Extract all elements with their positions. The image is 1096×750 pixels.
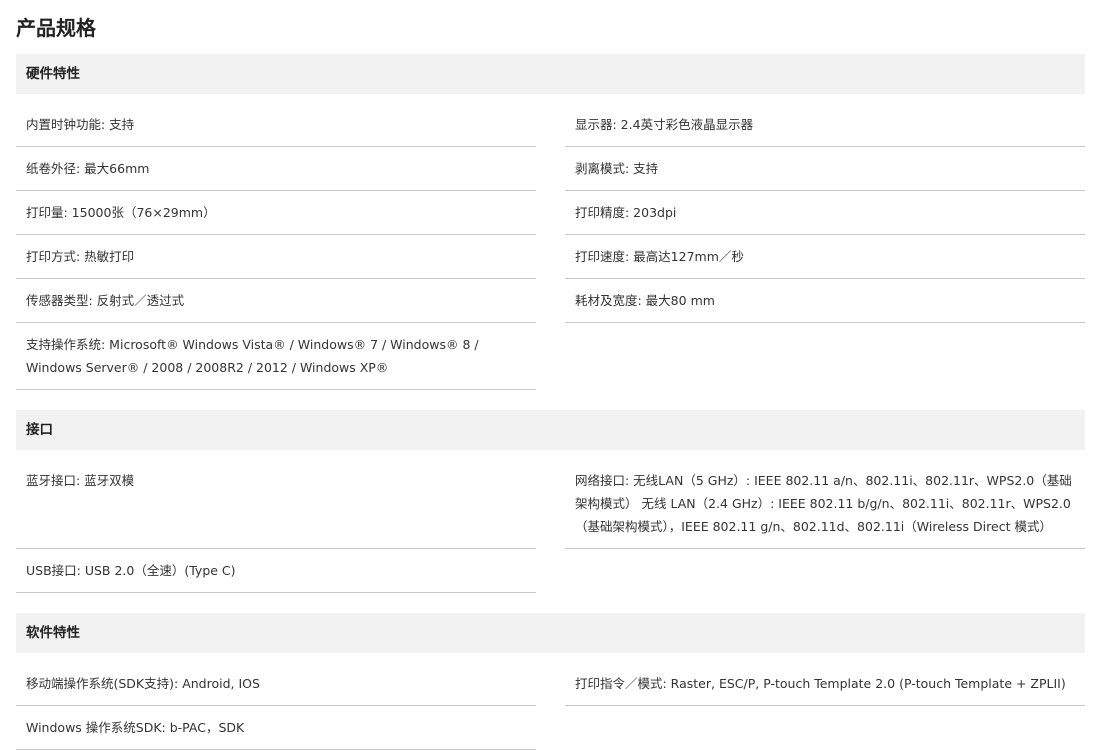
spec-item: USB接口: USB 2.0（全速）(Type C) — [16, 549, 536, 593]
spec-sections: 硬件特性内置时钟功能: 支持 显示器: 2.4英寸彩色液晶显示器 纸卷外径: 最大6… — [16, 54, 1085, 750]
spec-item: 耗材及宽度: 最大80 mm — [565, 279, 1085, 323]
empty-cell — [565, 706, 1085, 750]
spec-item: 网络接口: 无线LAN（5 GHz）: IEEE 802.11 a/n、802.… — [565, 459, 1085, 549]
spec-item: 蓝牙接口: 蓝牙双模 — [16, 459, 536, 549]
spec-item: 打印指令／模式: Raster, ESC/P, P-touch Template… — [565, 662, 1085, 706]
spec-item: 打印方式: 热敏打印 — [16, 235, 536, 279]
spec-item: 打印速度: 最高达127mm／秒 — [565, 235, 1085, 279]
spec-item: 支持操作系统: Microsoft® Windows Vista® / Wind… — [16, 323, 536, 390]
spec-item: 打印量: 15000张（76×29mm） — [16, 191, 536, 235]
empty-cell — [565, 323, 1085, 390]
spec-item: 打印精度: 203dpi — [565, 191, 1085, 235]
section-heading: 软件特性 — [16, 613, 1085, 653]
spec-grid: 内置时钟功能: 支持 显示器: 2.4英寸彩色液晶显示器 纸卷外径: 最大66mm 剥… — [16, 103, 1085, 390]
spec-grid: 蓝牙接口: 蓝牙双模 网络接口: 无线LAN（5 GHz）: IEEE 802.1… — [16, 459, 1085, 593]
section-heading: 硬件特性 — [16, 54, 1085, 94]
page-title: 产品规格 — [16, 16, 96, 40]
spec-item: Windows 操作系统SDK: b-PAC，SDK — [16, 706, 536, 750]
spec-grid: 移动端操作系统(SDK支持): Android, IOS 打印指令／模式: Ras… — [16, 662, 1085, 750]
spec-page: 产品规格 硬件特性内置时钟功能: 支持 显示器: 2.4英寸彩色液晶显示器 纸卷外径… — [0, 0, 1096, 750]
section-heading: 接口 — [16, 410, 1085, 450]
spec-item: 内置时钟功能: 支持 — [16, 103, 536, 147]
spec-item: 显示器: 2.4英寸彩色液晶显示器 — [565, 103, 1085, 147]
spec-item: 传感器类型: 反射式／透过式 — [16, 279, 536, 323]
spec-item: 移动端操作系统(SDK支持): Android, IOS — [16, 662, 536, 706]
spec-item: 纸卷外径: 最大66mm — [16, 147, 536, 191]
empty-cell — [565, 549, 1085, 593]
spec-item: 剥离模式: 支持 — [565, 147, 1085, 191]
